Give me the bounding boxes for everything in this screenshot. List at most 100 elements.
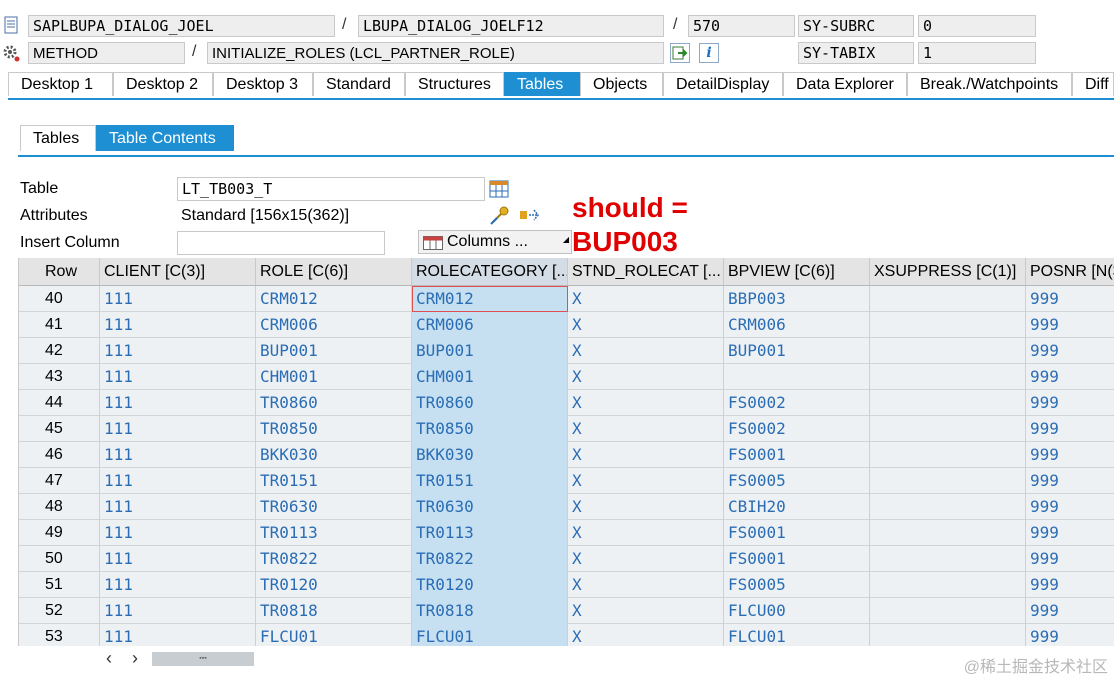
column-header-bpview[interactable]: BPVIEW [C(6)] xyxy=(724,258,870,285)
table-row[interactable]: 42 111 BUP001 BUP001 X BUP001 999 xyxy=(19,338,1114,364)
cell-stnd-rolecat[interactable]: X xyxy=(568,494,724,520)
cell-role[interactable]: BUP001 xyxy=(256,338,412,364)
info-icon[interactable]: i xyxy=(699,43,719,63)
subtab-tables[interactable]: Tables xyxy=(20,125,96,151)
cell-client[interactable]: 111 xyxy=(100,468,256,494)
cell-rolecategory[interactable]: CRM012 xyxy=(412,286,568,312)
structure-icon[interactable] xyxy=(518,206,540,231)
tab-detail-display[interactable]: DetailDisplay xyxy=(663,72,783,96)
table-row[interactable]: 40 111 CRM012 CRM012 X BBP003 999 xyxy=(19,286,1114,312)
cell-client[interactable]: 111 xyxy=(100,390,256,416)
table-row[interactable]: 47 111 TR0151 TR0151 X FS0005 999 xyxy=(19,468,1114,494)
cell-role[interactable]: CRM012 xyxy=(256,286,412,312)
row-number[interactable]: 50 xyxy=(19,546,100,572)
tab-objects[interactable]: Objects xyxy=(580,72,663,96)
table-row[interactable]: 41 111 CRM006 CRM006 X CRM006 999 xyxy=(19,312,1114,338)
cell-role[interactable]: TR0151 xyxy=(256,468,412,494)
cell-stnd-rolecat[interactable]: X xyxy=(568,468,724,494)
columns-button[interactable]: Columns ... ◢ xyxy=(418,230,572,254)
tab-standard[interactable]: Standard xyxy=(313,72,405,96)
cell-rolecategory[interactable]: TR0822 xyxy=(412,546,568,572)
tab-breakpoints[interactable]: Break./Watchpoints xyxy=(907,72,1072,96)
cell-posnr[interactable]: 999 xyxy=(1026,468,1114,494)
cell-client[interactable]: 111 xyxy=(100,312,256,338)
cell-stnd-rolecat[interactable]: X xyxy=(568,598,724,624)
cell-client[interactable]: 111 xyxy=(100,546,256,572)
cell-stnd-rolecat[interactable]: X xyxy=(568,364,724,390)
cell-xsuppress[interactable] xyxy=(870,364,1026,390)
cell-xsuppress[interactable] xyxy=(870,468,1026,494)
cell-client[interactable]: 111 xyxy=(100,286,256,312)
cell-bpview[interactable]: FS0005 xyxy=(724,572,870,598)
cell-client[interactable]: 111 xyxy=(100,494,256,520)
cell-xsuppress[interactable] xyxy=(870,442,1026,468)
cell-stnd-rolecat[interactable]: X xyxy=(568,624,724,646)
program-field[interactable]: SAPLBUPA_DIALOG_JOEL xyxy=(28,15,335,37)
row-number[interactable]: 42 xyxy=(19,338,100,364)
horizontal-scrollbar[interactable]: ‹ › ▪▪▪ xyxy=(100,648,260,669)
event-type-field[interactable]: METHOD xyxy=(28,42,185,64)
cell-xsuppress[interactable] xyxy=(870,494,1026,520)
cell-stnd-rolecat[interactable]: X xyxy=(568,572,724,598)
row-number[interactable]: 53 xyxy=(19,624,100,646)
cell-rolecategory[interactable]: TR0860 xyxy=(412,390,568,416)
cell-role[interactable]: TR0818 xyxy=(256,598,412,624)
cell-stnd-rolecat[interactable]: X xyxy=(568,286,724,312)
cell-bpview[interactable] xyxy=(724,364,870,390)
line-field[interactable]: 570 xyxy=(688,15,795,37)
table-icon[interactable] xyxy=(489,180,509,203)
cell-role[interactable]: CRM006 xyxy=(256,312,412,338)
cell-rolecategory[interactable]: TR0850 xyxy=(412,416,568,442)
cell-xsuppress[interactable] xyxy=(870,546,1026,572)
table-row[interactable]: 48 111 TR0630 TR0630 X CBIH20 999 xyxy=(19,494,1114,520)
cell-role[interactable]: CHM001 xyxy=(256,364,412,390)
event-field[interactable]: INITIALIZE_ROLES (LCL_PARTNER_ROLE) xyxy=(207,42,664,64)
cell-xsuppress[interactable] xyxy=(870,520,1026,546)
cell-rolecategory[interactable]: TR0818 xyxy=(412,598,568,624)
cell-bpview[interactable]: FS0001 xyxy=(724,442,870,468)
cell-role[interactable]: TR0860 xyxy=(256,390,412,416)
cell-stnd-rolecat[interactable]: X xyxy=(568,390,724,416)
row-number[interactable]: 40 xyxy=(19,286,100,312)
cell-bpview[interactable]: FLCU01 xyxy=(724,624,870,646)
cell-posnr[interactable]: 999 xyxy=(1026,520,1114,546)
cell-role[interactable]: TR0630 xyxy=(256,494,412,520)
cell-rolecategory[interactable]: TR0113 xyxy=(412,520,568,546)
table-row[interactable]: 52 111 TR0818 TR0818 X FLCU00 999 xyxy=(19,598,1114,624)
cell-posnr[interactable]: 999 xyxy=(1026,390,1114,416)
cell-rolecategory[interactable]: FLCU01 xyxy=(412,624,568,646)
scroll-left-icon[interactable]: ‹ xyxy=(106,648,112,669)
column-header-posnr[interactable]: POSNR [N(3 xyxy=(1026,258,1114,285)
tab-desktop-2[interactable]: Desktop 2 xyxy=(113,72,213,96)
tab-tables[interactable]: Tables xyxy=(504,72,580,96)
table-name-input[interactable]: LT_TB003_T xyxy=(177,177,485,201)
row-number[interactable]: 45 xyxy=(19,416,100,442)
cell-stnd-rolecat[interactable]: X xyxy=(568,546,724,572)
cell-client[interactable]: 111 xyxy=(100,520,256,546)
cell-rolecategory[interactable]: TR0630 xyxy=(412,494,568,520)
table-row[interactable]: 44 111 TR0860 TR0860 X FS0002 999 xyxy=(19,390,1114,416)
cell-bpview[interactable]: FS0002 xyxy=(724,390,870,416)
cell-stnd-rolecat[interactable]: X xyxy=(568,442,724,468)
column-header-rolecategory[interactable]: ROLECATEGORY [... xyxy=(412,258,568,285)
cell-role[interactable]: TR0113 xyxy=(256,520,412,546)
cell-posnr[interactable]: 999 xyxy=(1026,546,1114,572)
cell-posnr[interactable]: 999 xyxy=(1026,338,1114,364)
cell-rolecategory[interactable]: BUP001 xyxy=(412,338,568,364)
cell-role[interactable]: TR0822 xyxy=(256,546,412,572)
cell-role[interactable]: TR0120 xyxy=(256,572,412,598)
cell-posnr[interactable]: 999 xyxy=(1026,494,1114,520)
row-number[interactable]: 49 xyxy=(19,520,100,546)
cell-client[interactable]: 111 xyxy=(100,338,256,364)
cell-rolecategory[interactable]: CRM006 xyxy=(412,312,568,338)
column-header-role[interactable]: ROLE [C(6)] xyxy=(256,258,412,285)
cell-bpview[interactable]: BUP001 xyxy=(724,338,870,364)
scroll-right-icon[interactable]: › xyxy=(132,648,138,669)
cell-stnd-rolecat[interactable]: X xyxy=(568,312,724,338)
cell-bpview[interactable]: CBIH20 xyxy=(724,494,870,520)
table-row[interactable]: 46 111 BKK030 BKK030 X FS0001 999 xyxy=(19,442,1114,468)
cell-bpview[interactable]: CRM006 xyxy=(724,312,870,338)
table-row[interactable]: 49 111 TR0113 TR0113 X FS0001 999 xyxy=(19,520,1114,546)
cell-xsuppress[interactable] xyxy=(870,338,1026,364)
cell-stnd-rolecat[interactable]: X xyxy=(568,338,724,364)
